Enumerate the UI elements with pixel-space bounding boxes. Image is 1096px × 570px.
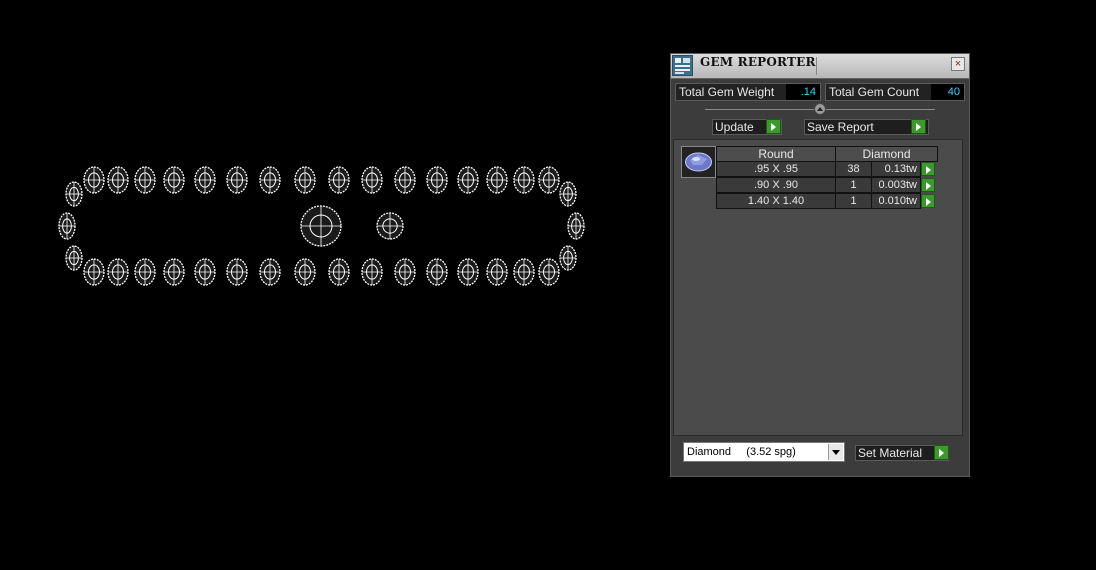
gem-top-16[interactable]	[538, 166, 560, 194]
gem-bottom-4[interactable]	[163, 258, 185, 286]
row1-weight: 0.13tw	[871, 161, 921, 177]
gem-bottom-9[interactable]	[328, 258, 350, 286]
gem-bottom-7[interactable]	[259, 258, 281, 286]
report-area: Round Diamond .95 X .95 38 0.13tw .90 X …	[673, 139, 963, 436]
gem-top-14[interactable]	[486, 166, 508, 194]
gem-left-upper[interactable]	[65, 181, 83, 207]
total-weight-value: .14	[786, 84, 820, 100]
gem-top-2[interactable]	[107, 166, 129, 194]
shape-header: Round	[716, 146, 836, 162]
row3-count: 1	[835, 193, 872, 209]
gem-top-8[interactable]	[294, 166, 316, 194]
row2-count: 1	[835, 177, 872, 193]
row2-arrow-icon[interactable]	[921, 178, 935, 192]
row1-arrow-icon[interactable]	[921, 162, 935, 176]
gem-center-large[interactable]	[300, 205, 342, 247]
gem-right-mid[interactable]	[567, 212, 585, 240]
gem-bottom-15[interactable]	[513, 258, 535, 286]
gem-left-mid[interactable]	[58, 212, 76, 240]
chevron-down-icon[interactable]	[828, 444, 843, 460]
row2-weight: 0.003tw	[871, 177, 921, 193]
gem-reporter-panel: GEM REPORTER × Total Gem Weight .14 Tota…	[670, 53, 970, 477]
collapse-handle-icon[interactable]	[814, 103, 826, 115]
gem-bottom-6[interactable]	[226, 258, 248, 286]
material-select[interactable]: Diamond (3.52 spg)	[683, 442, 845, 462]
gem-top-6[interactable]	[226, 166, 248, 194]
gem-bottom-13[interactable]	[457, 258, 479, 286]
set-material-button-label: Set Material	[858, 446, 923, 460]
gem-wireframe-scene[interactable]	[0, 0, 660, 565]
gem-top-7[interactable]	[259, 166, 281, 194]
title-divider	[816, 57, 817, 75]
row3-weight: 0.010tw	[871, 193, 921, 209]
gem-bottom-16[interactable]	[538, 258, 560, 286]
panel-title: GEM REPORTER	[700, 55, 816, 69]
set-material-arrow-icon[interactable]	[934, 445, 949, 460]
gem-center-small[interactable]	[376, 212, 404, 240]
viewport-3d[interactable]	[0, 0, 660, 565]
update-arrow-icon[interactable]	[766, 119, 781, 134]
round-gem-icon	[681, 146, 716, 178]
gem-bottom-11[interactable]	[394, 258, 416, 286]
save-report-arrow-icon[interactable]	[911, 119, 926, 134]
material-select-value: Diamond (3.52 spg)	[687, 446, 796, 458]
gem-top-11[interactable]	[394, 166, 416, 194]
gem-bottom-12[interactable]	[426, 258, 448, 286]
gem-top-9[interactable]	[328, 166, 350, 194]
gem-bottom-8[interactable]	[294, 258, 316, 286]
gem-reporter-icon	[672, 55, 693, 76]
gem-top-13[interactable]	[457, 166, 479, 194]
gem-bottom-14[interactable]	[486, 258, 508, 286]
gem-bottom-1[interactable]	[83, 258, 105, 286]
row1-count: 38	[835, 161, 872, 177]
gem-left-lower[interactable]	[65, 245, 83, 271]
gem-top-5[interactable]	[194, 166, 216, 194]
gem-bottom-2[interactable]	[107, 258, 129, 286]
gem-top-15[interactable]	[513, 166, 535, 194]
panel-titlebar[interactable]: GEM REPORTER ×	[671, 54, 969, 79]
row2-size: .90 X .90	[716, 177, 836, 193]
update-button-label: Update	[715, 120, 754, 134]
gem-top-12[interactable]	[426, 166, 448, 194]
gem-top-1[interactable]	[83, 166, 105, 194]
gem-top-3[interactable]	[134, 166, 156, 194]
material-header: Diamond	[835, 146, 938, 162]
gem-right-lower[interactable]	[559, 245, 577, 271]
gem-top-10[interactable]	[361, 166, 383, 194]
gem-bottom-3[interactable]	[134, 258, 156, 286]
row1-size: .95 X .95	[716, 161, 836, 177]
gem-bottom-5[interactable]	[194, 258, 216, 286]
gem-right-upper[interactable]	[559, 181, 577, 207]
close-icon[interactable]: ×	[951, 57, 965, 71]
save-report-button-label: Save Report	[807, 120, 874, 134]
gem-bottom-10[interactable]	[361, 258, 383, 286]
gem-top-4[interactable]	[163, 166, 185, 194]
total-count-value: 40	[931, 84, 964, 100]
row3-arrow-icon[interactable]	[921, 194, 935, 208]
row3-size: 1.40 X 1.40	[716, 193, 836, 209]
